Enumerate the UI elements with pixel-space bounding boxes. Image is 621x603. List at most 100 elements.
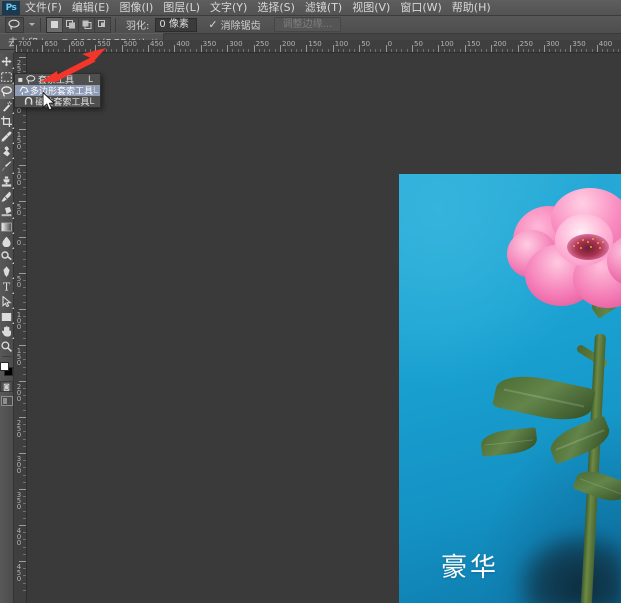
eraser-tool[interactable] <box>0 204 14 219</box>
ruler-minor-tick <box>142 49 144 52</box>
ruler-minor-tick <box>84 49 86 52</box>
ruler-minor-tick <box>23 287 26 289</box>
hand-tool[interactable] <box>0 324 14 339</box>
dodge-tool[interactable] <box>0 249 14 264</box>
color-swatches[interactable] <box>0 362 14 378</box>
antialias-checkbox[interactable]: ✓ 消除锯齿 <box>208 17 260 32</box>
horizontal-ruler[interactable]: 700 650 600 550 500 450 400 350 300 250 200 150 100 5… <box>14 40 621 53</box>
rectangle-shape-tool[interactable] <box>0 309 14 324</box>
menu-help[interactable]: 帮助(H) <box>447 0 496 16</box>
ruler-minor-tick <box>311 49 313 52</box>
ruler-tick <box>306 45 308 52</box>
ruler-minor-tick <box>507 49 509 52</box>
feather-input[interactable]: 0 像素 <box>155 17 198 32</box>
new-selection-button[interactable] <box>46 16 63 33</box>
rose-stamen <box>599 247 601 249</box>
ruler-minor-tick <box>23 301 26 303</box>
options-divider-2 <box>115 17 116 32</box>
path-selection-tool[interactable] <box>0 294 14 309</box>
ruler-tick <box>464 45 466 52</box>
ruler-label: 50 <box>15 203 23 215</box>
horizontal-type-tool[interactable]: T <box>0 279 14 294</box>
menu-edit[interactable]: 编辑(E) <box>67 0 115 16</box>
ruler-label: 100 <box>15 167 23 185</box>
ruler-tick <box>412 45 413 52</box>
clone-stamp-tool[interactable] <box>0 174 14 189</box>
ruler-tick <box>174 45 176 52</box>
menu-filter[interactable]: 滤镜(T) <box>300 0 347 16</box>
screen-mode-button[interactable] <box>0 396 13 406</box>
ruler-minor-tick <box>406 49 408 52</box>
crop-tool[interactable] <box>0 114 14 129</box>
ruler-minor-tick <box>23 517 26 519</box>
ruler-minor-tick <box>23 373 26 375</box>
menu-type[interactable]: 文字(Y) <box>205 0 252 16</box>
menu-layer[interactable]: 图层(L) <box>158 0 205 16</box>
ruler-minor-tick <box>163 49 165 52</box>
rose-center <box>567 234 609 260</box>
menu-window[interactable]: 窗口(W) <box>395 0 446 16</box>
ruler-tick <box>42 45 44 52</box>
blur-tool[interactable] <box>0 234 14 249</box>
add-to-selection-button[interactable] <box>62 16 79 33</box>
ruler-label: 500 <box>123 40 137 48</box>
ruler-tick <box>19 381 26 382</box>
spot-healing-brush-tool[interactable] <box>0 144 14 159</box>
move-tool[interactable] <box>0 54 14 69</box>
subtract-from-selection-button[interactable] <box>78 16 95 33</box>
rose-stamen <box>580 247 582 249</box>
ruler-minor-tick <box>243 49 245 52</box>
active-tool-preset-lasso-icon[interactable] <box>5 16 24 33</box>
document-image-pink-rose[interactable]: 豪华 <box>399 174 621 603</box>
ruler-minor-tick <box>31 49 33 52</box>
ruler-tick <box>570 45 572 52</box>
ruler-minor-tick <box>74 49 76 52</box>
ruler-minor-tick <box>248 49 250 52</box>
menu-view[interactable]: 视图(V) <box>347 0 395 16</box>
ruler-minor-tick <box>23 532 26 534</box>
ruler-minor-tick <box>23 481 26 483</box>
ruler-label: 350 <box>15 491 23 509</box>
canvas-workspace[interactable]: 豪华 <box>27 53 621 603</box>
ruler-tick <box>19 561 26 562</box>
tool-preset-chevron-down-icon[interactable] <box>29 23 35 26</box>
magic-wand-tool[interactable] <box>0 99 14 114</box>
ruler-tick <box>19 417 26 418</box>
lasso-tool[interactable] <box>0 84 14 99</box>
ruler-minor-tick <box>454 49 456 52</box>
ruler-minor-tick <box>380 49 382 52</box>
ruler-minor-tick <box>23 280 26 282</box>
ruler-minor-tick <box>105 49 107 52</box>
quick-mask-button[interactable]: ◙ <box>0 381 13 392</box>
eyedropper-tool[interactable] <box>0 129 14 144</box>
rose-stamen <box>587 241 589 243</box>
rectangular-marquee-tool[interactable] <box>0 69 14 84</box>
ruler-minor-tick <box>274 49 276 52</box>
ruler-minor-tick <box>422 49 424 52</box>
options-divider <box>40 17 41 32</box>
lasso-tool-flyout-menu[interactable]: ▪ 套索工具 L 多边形套索工具 L 磁性套索工具 L <box>14 73 101 108</box>
ruler-minor-tick <box>23 553 26 555</box>
photo-corner-shadow <box>515 531 621 603</box>
ruler-minor-tick <box>23 136 26 138</box>
intersect-selection-button[interactable] <box>94 16 111 33</box>
foreground-color-swatch[interactable] <box>0 362 9 371</box>
ruler-minor-tick <box>258 49 260 52</box>
ruler-minor-tick <box>322 49 324 52</box>
menu-image[interactable]: 图像(I) <box>114 0 158 16</box>
ruler-tick <box>280 45 281 52</box>
zoom-tool[interactable] <box>0 339 14 354</box>
pen-tool[interactable] <box>0 264 14 279</box>
ruler-minor-tick <box>290 49 292 52</box>
ruler-minor-tick <box>528 49 530 52</box>
history-brush-tool[interactable] <box>0 189 14 204</box>
vertical-ruler[interactable]: 2502001501005005010015020025030035040045… <box>14 53 27 603</box>
gradient-tool[interactable] <box>0 219 14 234</box>
flyout-item-magnetic-lasso-tool[interactable]: 磁性套索工具 L <box>15 96 100 108</box>
ruler-tick <box>359 45 361 52</box>
ruler-minor-tick <box>179 49 181 52</box>
menu-select[interactable]: 选择(S) <box>252 0 300 16</box>
menu-file[interactable]: 文件(F) <box>20 0 67 16</box>
brush-tool[interactable] <box>0 159 14 174</box>
refine-edge-button[interactable]: 调整边缘... <box>273 17 342 32</box>
